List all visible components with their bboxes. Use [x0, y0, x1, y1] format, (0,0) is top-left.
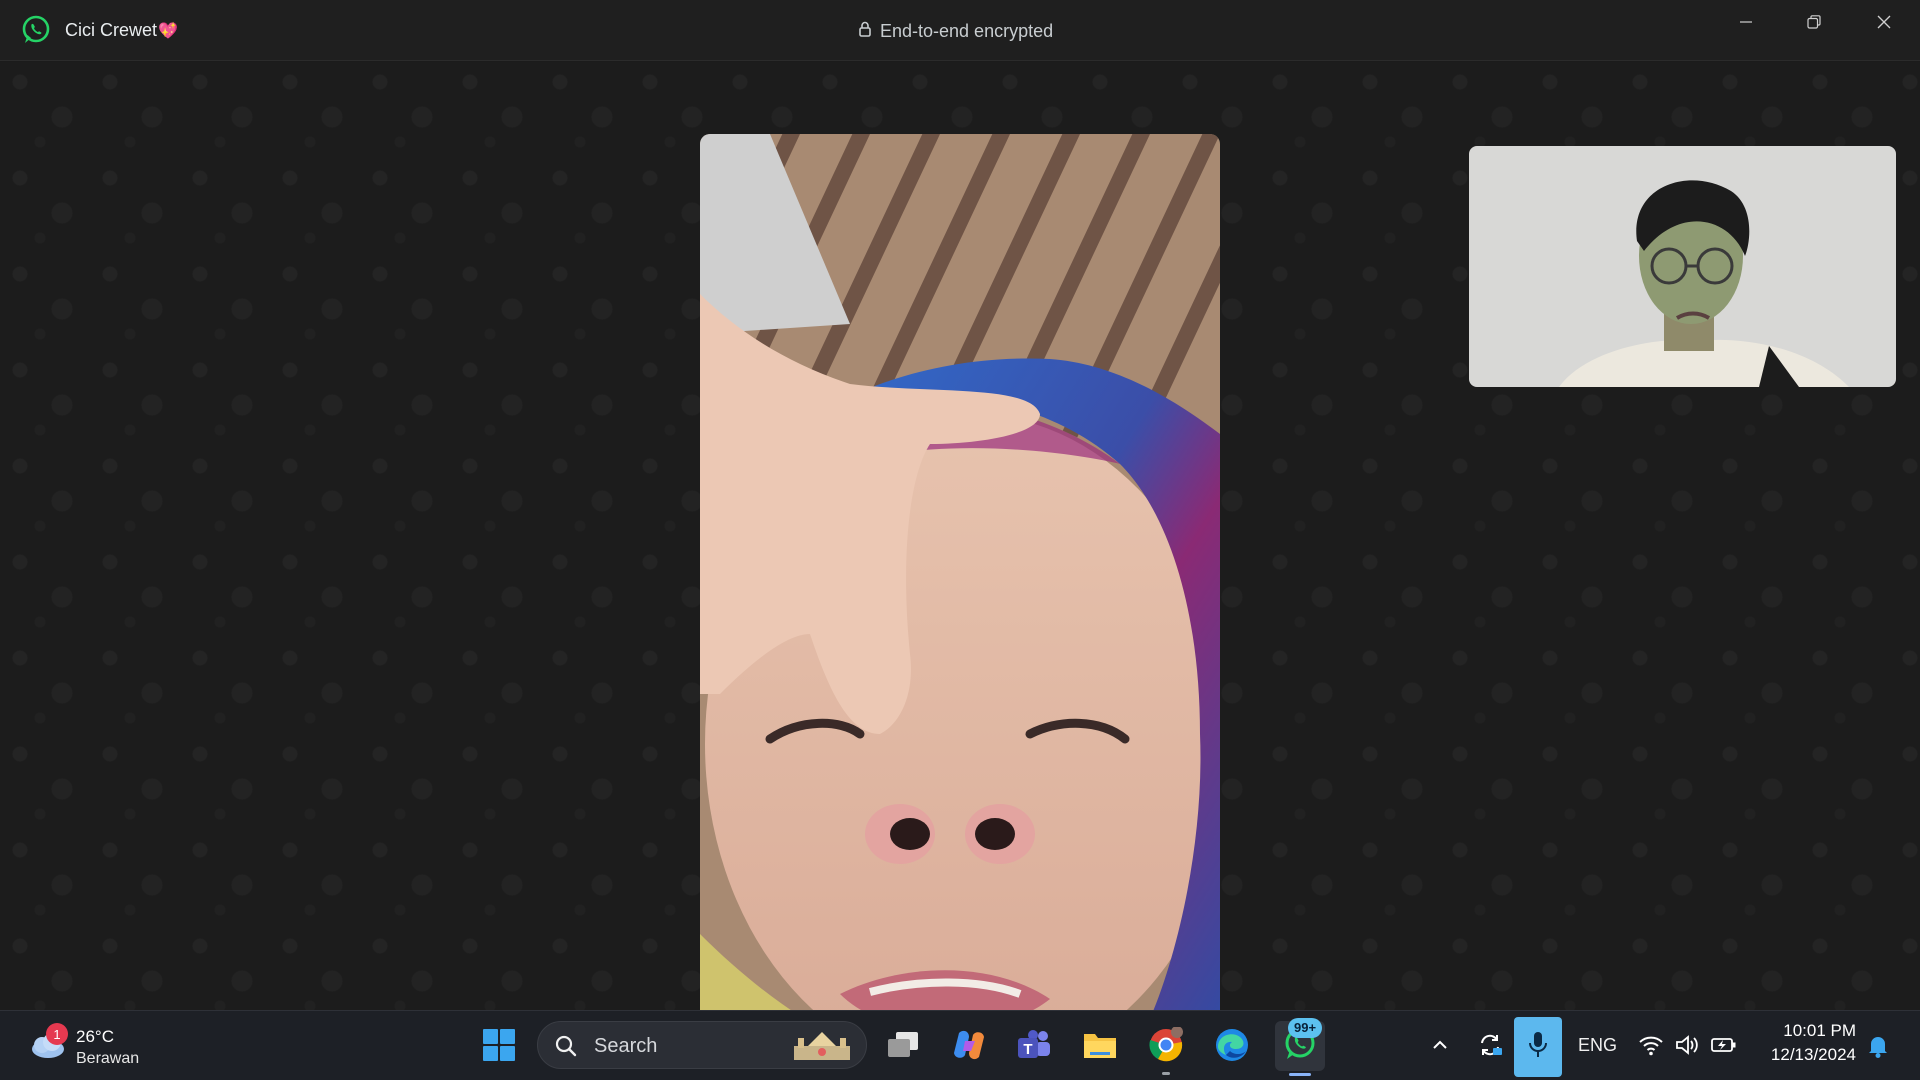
active-indicator [1289, 1073, 1311, 1076]
start-button[interactable] [476, 1024, 522, 1070]
copilot-icon [951, 1029, 987, 1066]
battery-charging-icon[interactable] [1710, 1033, 1738, 1057]
chrome-icon [1148, 1025, 1184, 1068]
close-icon [1876, 14, 1892, 35]
self-preview-video[interactable] [1469, 146, 1896, 387]
contact-name: Cici Crewet💖 [65, 20, 178, 41]
file-explorer-button[interactable] [1077, 1024, 1123, 1070]
heart-emoji: 💖 [158, 23, 178, 40]
edge-icon [1214, 1027, 1250, 1068]
search-label: Search [594, 1035, 658, 1057]
input-language[interactable]: ENG [1578, 1035, 1617, 1056]
weather-widget[interactable]: 1 26°C Berawan [26, 1021, 156, 1071]
lock-icon [858, 20, 872, 43]
windows-logo-icon [482, 1028, 516, 1067]
task-view-icon [886, 1030, 920, 1065]
encryption-indicator: End-to-end encrypted [858, 19, 1053, 43]
taskbar-search[interactable]: Search [537, 1021, 867, 1069]
svg-text:T: T [1023, 1041, 1032, 1058]
teams-button[interactable]: T [1011, 1024, 1057, 1070]
weather-condition: Berawan [76, 1050, 140, 1067]
running-indicator [1162, 1072, 1170, 1075]
minimize-button[interactable] [1712, 0, 1780, 48]
remote-participant-video[interactable] [700, 134, 1220, 1058]
sync-icon[interactable] [1476, 1031, 1504, 1059]
chrome-button[interactable] [1143, 1024, 1189, 1075]
close-button[interactable] [1850, 0, 1918, 48]
microphone-in-use-button[interactable] [1514, 1017, 1562, 1077]
copilot-button[interactable] [946, 1024, 992, 1070]
weather-badge: 1 [46, 1023, 68, 1045]
weather-temperature: 26°C [76, 1027, 114, 1046]
search-icon [554, 1034, 578, 1058]
minimize-icon [1738, 14, 1754, 35]
notification-bell-icon[interactable] [1866, 1033, 1890, 1059]
edge-button[interactable] [1209, 1024, 1255, 1070]
restore-button[interactable] [1780, 0, 1848, 48]
title-bar: Cici Crewet💖 End-to-end encrypted [0, 0, 1920, 61]
folder-icon [1082, 1030, 1118, 1065]
clock-date[interactable]: 12/13/2024 [1756, 1045, 1856, 1065]
call-stage [0, 62, 1920, 1058]
contact-name-text: Cici Crewet [65, 20, 158, 40]
show-hidden-icons-chevron-up-icon[interactable] [1430, 1035, 1450, 1055]
clock-time[interactable]: 10:01 PM [1756, 1021, 1856, 1041]
restore-icon [1806, 14, 1822, 35]
wifi-icon[interactable] [1638, 1033, 1664, 1057]
search-highlight-icon [788, 1028, 856, 1064]
whatsapp-unread-badge: 99+ [1288, 1018, 1323, 1038]
taskbar: 1 26°C Berawan Search T 99+ ENG 10:01 PM… [0, 1010, 1920, 1080]
encryption-label: End-to-end encrypted [880, 20, 1054, 41]
task-view-button[interactable] [880, 1024, 926, 1070]
teams-icon: T [1016, 1029, 1052, 1066]
whatsapp-logo-icon [20, 14, 52, 46]
microphone-icon [1527, 1030, 1549, 1065]
volume-icon[interactable] [1674, 1033, 1700, 1057]
